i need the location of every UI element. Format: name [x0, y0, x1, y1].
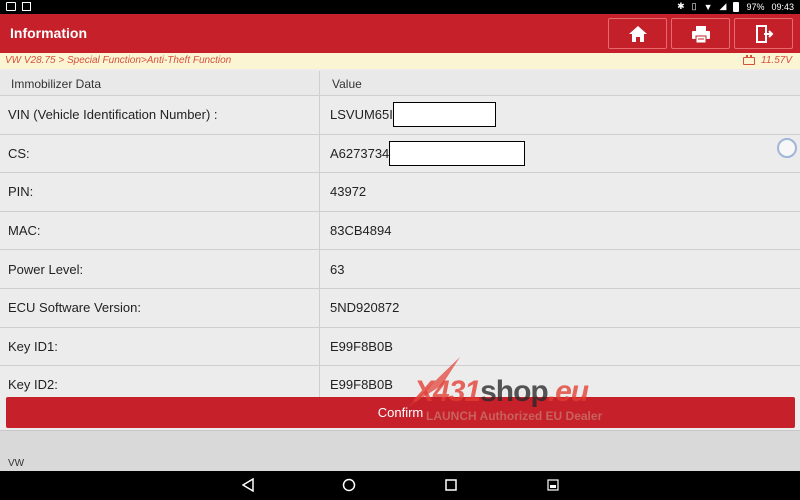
screenshot-icon [547, 479, 559, 491]
row-label: ECU Software Version: [0, 288, 320, 327]
row-value: 83CB4894 [330, 223, 392, 239]
home-icon [628, 25, 647, 42]
table-row: Power Level: 63 [0, 250, 800, 289]
home-button[interactable] [608, 18, 667, 49]
settings-icon [22, 2, 31, 11]
exit-button[interactable] [734, 18, 793, 49]
print-icon [691, 25, 710, 43]
row-label: PIN: [0, 173, 320, 211]
voltage-value: 11.57V [761, 55, 792, 66]
app-screen: ✱ ▯ ▼ ◢ 97% 09:43 Information VW V28.75 … [0, 0, 800, 500]
row-value: 5ND920872 [330, 300, 400, 316]
page-title: Information [10, 25, 87, 41]
print-button[interactable] [671, 18, 730, 49]
column-header-data: Immobilizer Data [0, 71, 320, 95]
confirm-button[interactable]: Confirm [6, 397, 795, 428]
no-signal-icon: ◢ [719, 1, 727, 11]
clock: 09:43 [771, 1, 794, 12]
table-row: Key ID1: E99F8B0B [0, 327, 800, 367]
table-row: VIN (Vehicle Identification Number) : LS… [0, 96, 800, 135]
title-bar: Information [0, 14, 800, 53]
table-header: Immobilizer Data Value [0, 71, 800, 96]
table-row: CS: A6273734 [0, 134, 800, 174]
redaction-box [392, 102, 496, 128]
row-value: 43972 [330, 184, 367, 200]
home-nav-icon [342, 478, 356, 492]
row-value: 63 [330, 261, 345, 277]
row-value: A6273734 [330, 145, 390, 161]
row-value: LSVUM65I [330, 107, 393, 123]
table-row: MAC: 83CB4894 [0, 211, 800, 251]
row-label: MAC: [0, 211, 320, 250]
bluetooth-icon: ✱ [677, 1, 685, 11]
recents-button[interactable] [443, 477, 459, 493]
back-icon [242, 478, 254, 492]
row-value: E99F8B0B [330, 377, 393, 393]
table-row: ECU Software Version: 5ND920872 [0, 288, 800, 328]
back-button[interactable] [240, 477, 256, 493]
immobilizer-table[interactable]: Immobilizer Data Value VIN (Vehicle Iden… [0, 71, 800, 397]
voltage-indicator: 11.57V [743, 54, 792, 66]
row-label: Key ID1: [0, 327, 320, 366]
floating-assist-icon[interactable] [777, 138, 797, 158]
row-value-cell: LSVUM65I [320, 96, 800, 134]
breadcrumb: VW V28.75 > Special Function>Anti-Theft … [0, 53, 800, 69]
battery-icon [733, 1, 740, 12]
screenshot-button[interactable] [545, 477, 561, 493]
footer-text: VW [8, 458, 25, 469]
redaction-box [389, 140, 526, 166]
row-value-cell: A6273734 [320, 135, 800, 173]
car-battery-icon [743, 54, 756, 65]
battery-percent: 97% [746, 1, 765, 12]
vibrate-icon: ▯ [691, 1, 697, 11]
row-label: Power Level: [0, 250, 320, 288]
home-nav-button[interactable] [341, 477, 357, 493]
table-row: PIN: 43972 [0, 173, 800, 212]
exit-icon [755, 24, 773, 43]
row-label: Key ID2: [0, 366, 320, 397]
column-header-value: Value [332, 77, 362, 91]
breadcrumb-path: VW V28.75 > Special Function>Anti-Theft … [5, 55, 232, 66]
recents-icon [445, 479, 457, 491]
gallery-icon [6, 2, 16, 11]
row-label: CS: [0, 134, 320, 173]
footer-bar: VW [0, 430, 800, 471]
row-value: E99F8B0B [330, 338, 393, 354]
table-row: Key ID2: E99F8B0B [0, 366, 800, 397]
status-bar: ✱ ▯ ▼ ◢ 97% 09:43 [0, 0, 800, 14]
row-label: VIN (Vehicle Identification Number) : [0, 96, 320, 134]
android-nav-bar [0, 471, 800, 500]
wifi-icon: ▼ [703, 1, 713, 12]
